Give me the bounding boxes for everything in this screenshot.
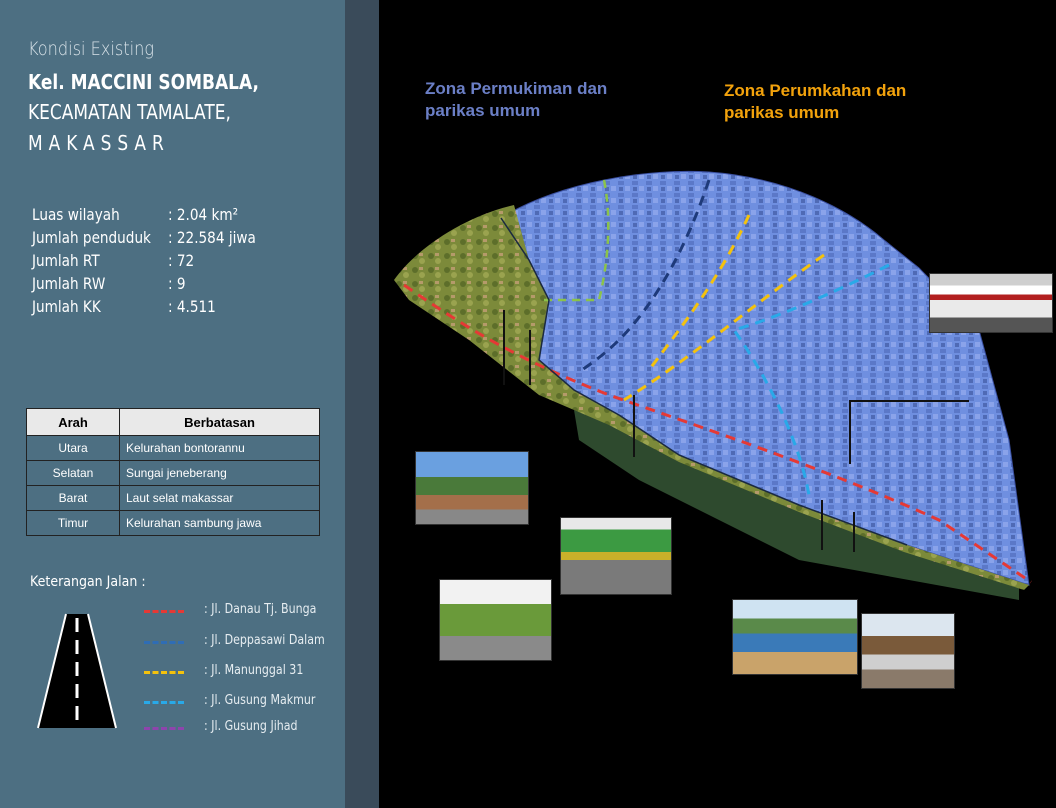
legend-label: : Jl. Gusung Makmur xyxy=(204,693,316,708)
leader-line xyxy=(849,400,851,464)
leader-line xyxy=(529,330,531,385)
legend-dash xyxy=(144,671,184,674)
stat-label: Jumlah RW xyxy=(32,274,106,293)
stat-value: : 2.04 km² xyxy=(168,205,239,224)
legend-dash xyxy=(144,641,184,644)
legend-label: : Jl. Deppasawi Dalam xyxy=(204,633,325,648)
legend-title: Keterangan Jalan : xyxy=(30,574,146,590)
legend-dash xyxy=(144,610,184,613)
boundary-cell: Sungai jeneberang xyxy=(119,460,320,486)
condition-heading: Kondisi Existing xyxy=(28,38,155,60)
column-header-arah: Arah xyxy=(26,408,120,436)
photo-school xyxy=(415,451,529,525)
legend-label: : Jl. Danau Tj. Bunga xyxy=(204,602,317,617)
photo-shop-front xyxy=(929,273,1053,333)
leader-line xyxy=(821,500,823,550)
legend-label: : Jl. Gusung Jihad xyxy=(204,719,298,734)
boundary-cell: Kelurahan bontorannu xyxy=(119,435,320,461)
table-row: Selatan Sungai jeneberang xyxy=(26,460,320,486)
leader-line xyxy=(503,310,505,385)
leader-line xyxy=(849,400,969,402)
table-row: Timur Kelurahan sambung jawa xyxy=(26,510,320,536)
photo-house xyxy=(732,599,858,675)
direction-cell: Barat xyxy=(26,485,120,511)
direction-cell: Utara xyxy=(26,435,120,461)
info-sidebar: Kondisi Existing Kel. MACCINI SOMBALA, K… xyxy=(0,0,345,808)
boundary-cell: Laut selat makassar xyxy=(119,485,320,511)
boundary-cell: Kelurahan sambung jawa xyxy=(119,510,320,536)
table-row: Barat Laut selat makassar xyxy=(26,485,320,511)
stat-value: : 9 xyxy=(168,274,186,293)
legend-item: : Jl. Manunggal 31 xyxy=(144,662,344,682)
legend-item: : Jl. Deppasawi Dalam xyxy=(144,632,344,652)
table-header-row: Arah Berbatasan xyxy=(26,408,320,436)
legend-dash xyxy=(144,701,184,704)
panel-divider xyxy=(345,0,379,808)
stat-value: : 22.584 jiwa xyxy=(168,228,256,247)
column-header-berbatasan: Berbatasan xyxy=(119,408,320,436)
stat-label: Jumlah penduduk xyxy=(32,228,151,247)
direction-cell: Selatan xyxy=(26,460,120,486)
legend-item: : Jl. Gusung Jihad xyxy=(144,718,344,738)
legend-item: : Jl. Danau Tj. Bunga xyxy=(144,601,344,621)
leader-line xyxy=(633,395,635,457)
road-icon xyxy=(37,613,117,729)
photo-vacant-lot xyxy=(439,579,552,661)
legend-label: : Jl. Manunggal 31 xyxy=(204,663,304,678)
legend-item: : Jl. Gusung Makmur xyxy=(144,692,344,712)
photo-green-building xyxy=(560,517,672,595)
legend-dash xyxy=(144,727,184,730)
boundary-table: Arah Berbatasan Utara Kelurahan bontoran… xyxy=(26,408,320,536)
stat-label: Luas wilayah xyxy=(32,205,120,224)
direction-cell: Timur xyxy=(26,510,120,536)
leader-line xyxy=(853,512,855,552)
stat-label: Jumlah KK xyxy=(32,297,101,316)
stat-value: : 72 xyxy=(168,251,195,270)
stat-label: Jumlah RT xyxy=(32,251,100,270)
table-row: Utara Kelurahan bontorannu xyxy=(26,435,320,461)
city-title: MAKASSAR xyxy=(28,131,170,155)
kelurahan-title: Kel. MACCINI SOMBALA, xyxy=(28,70,259,94)
photo-residence xyxy=(861,613,955,689)
stat-value: : 4.511 xyxy=(168,297,216,316)
map-canvas: Zona Permukiman dan parikas umum Zona Pe… xyxy=(379,0,1056,808)
kecamatan-title: KECAMATAN TAMALATE, xyxy=(28,100,231,124)
